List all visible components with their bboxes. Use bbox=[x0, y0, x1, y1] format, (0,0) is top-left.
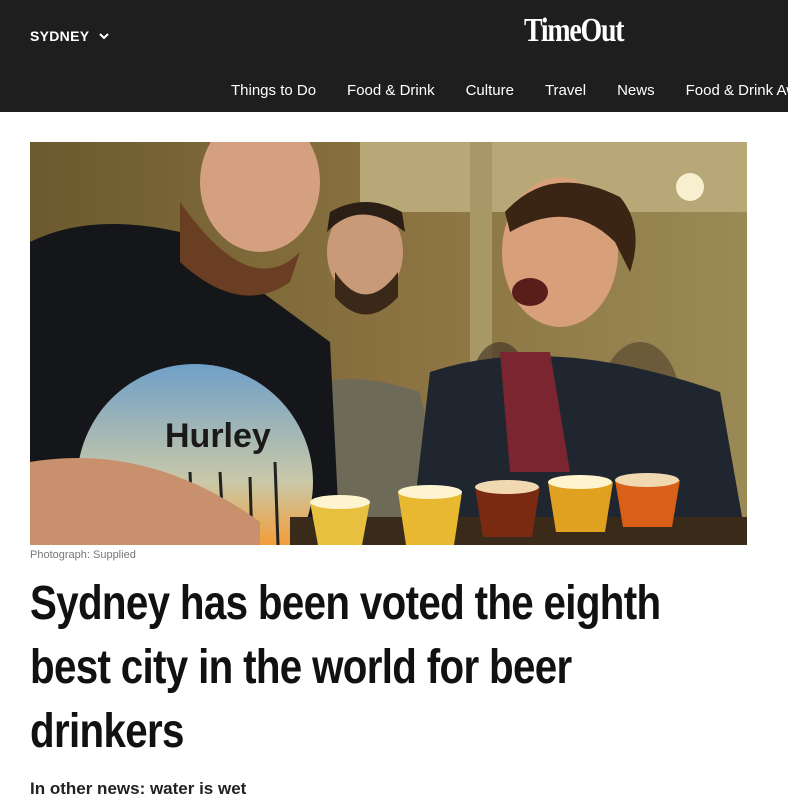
nav-food-drink-awards[interactable]: Food & Drink Aw bbox=[686, 82, 788, 99]
main-nav: Things to Do Food & Drink Culture Travel… bbox=[231, 82, 788, 99]
nav-culture[interactable]: Culture bbox=[466, 82, 514, 99]
nav-food-drink[interactable]: Food & Drink bbox=[347, 82, 435, 99]
site-header: SYDNEY TimeOut Things to Do Food & Drink… bbox=[0, 0, 788, 112]
article-subhead: In other news: water is wet bbox=[30, 779, 247, 798]
nav-things-to-do[interactable]: Things to Do bbox=[231, 82, 316, 99]
article-headline: Sydney has been voted the eighth best ci… bbox=[30, 577, 661, 758]
shirt-logo: Hurley bbox=[165, 417, 271, 455]
nav-travel[interactable]: Travel bbox=[545, 82, 586, 99]
hero-image: Hurley bbox=[30, 142, 747, 545]
city-selector[interactable]: SYDNEY bbox=[30, 28, 110, 44]
shirt-brand-text: Hurley bbox=[165, 417, 271, 455]
photo-caption: Photograph: Supplied bbox=[30, 549, 136, 561]
site-logo[interactable]: TimeOut bbox=[524, 12, 625, 49]
logo-text: TimeOut bbox=[524, 12, 625, 49]
nav-news[interactable]: News bbox=[617, 82, 655, 99]
hero-photo-illustration: Hurley bbox=[30, 142, 747, 545]
chevron-down-icon bbox=[99, 32, 110, 39]
city-label: SYDNEY bbox=[30, 28, 90, 44]
